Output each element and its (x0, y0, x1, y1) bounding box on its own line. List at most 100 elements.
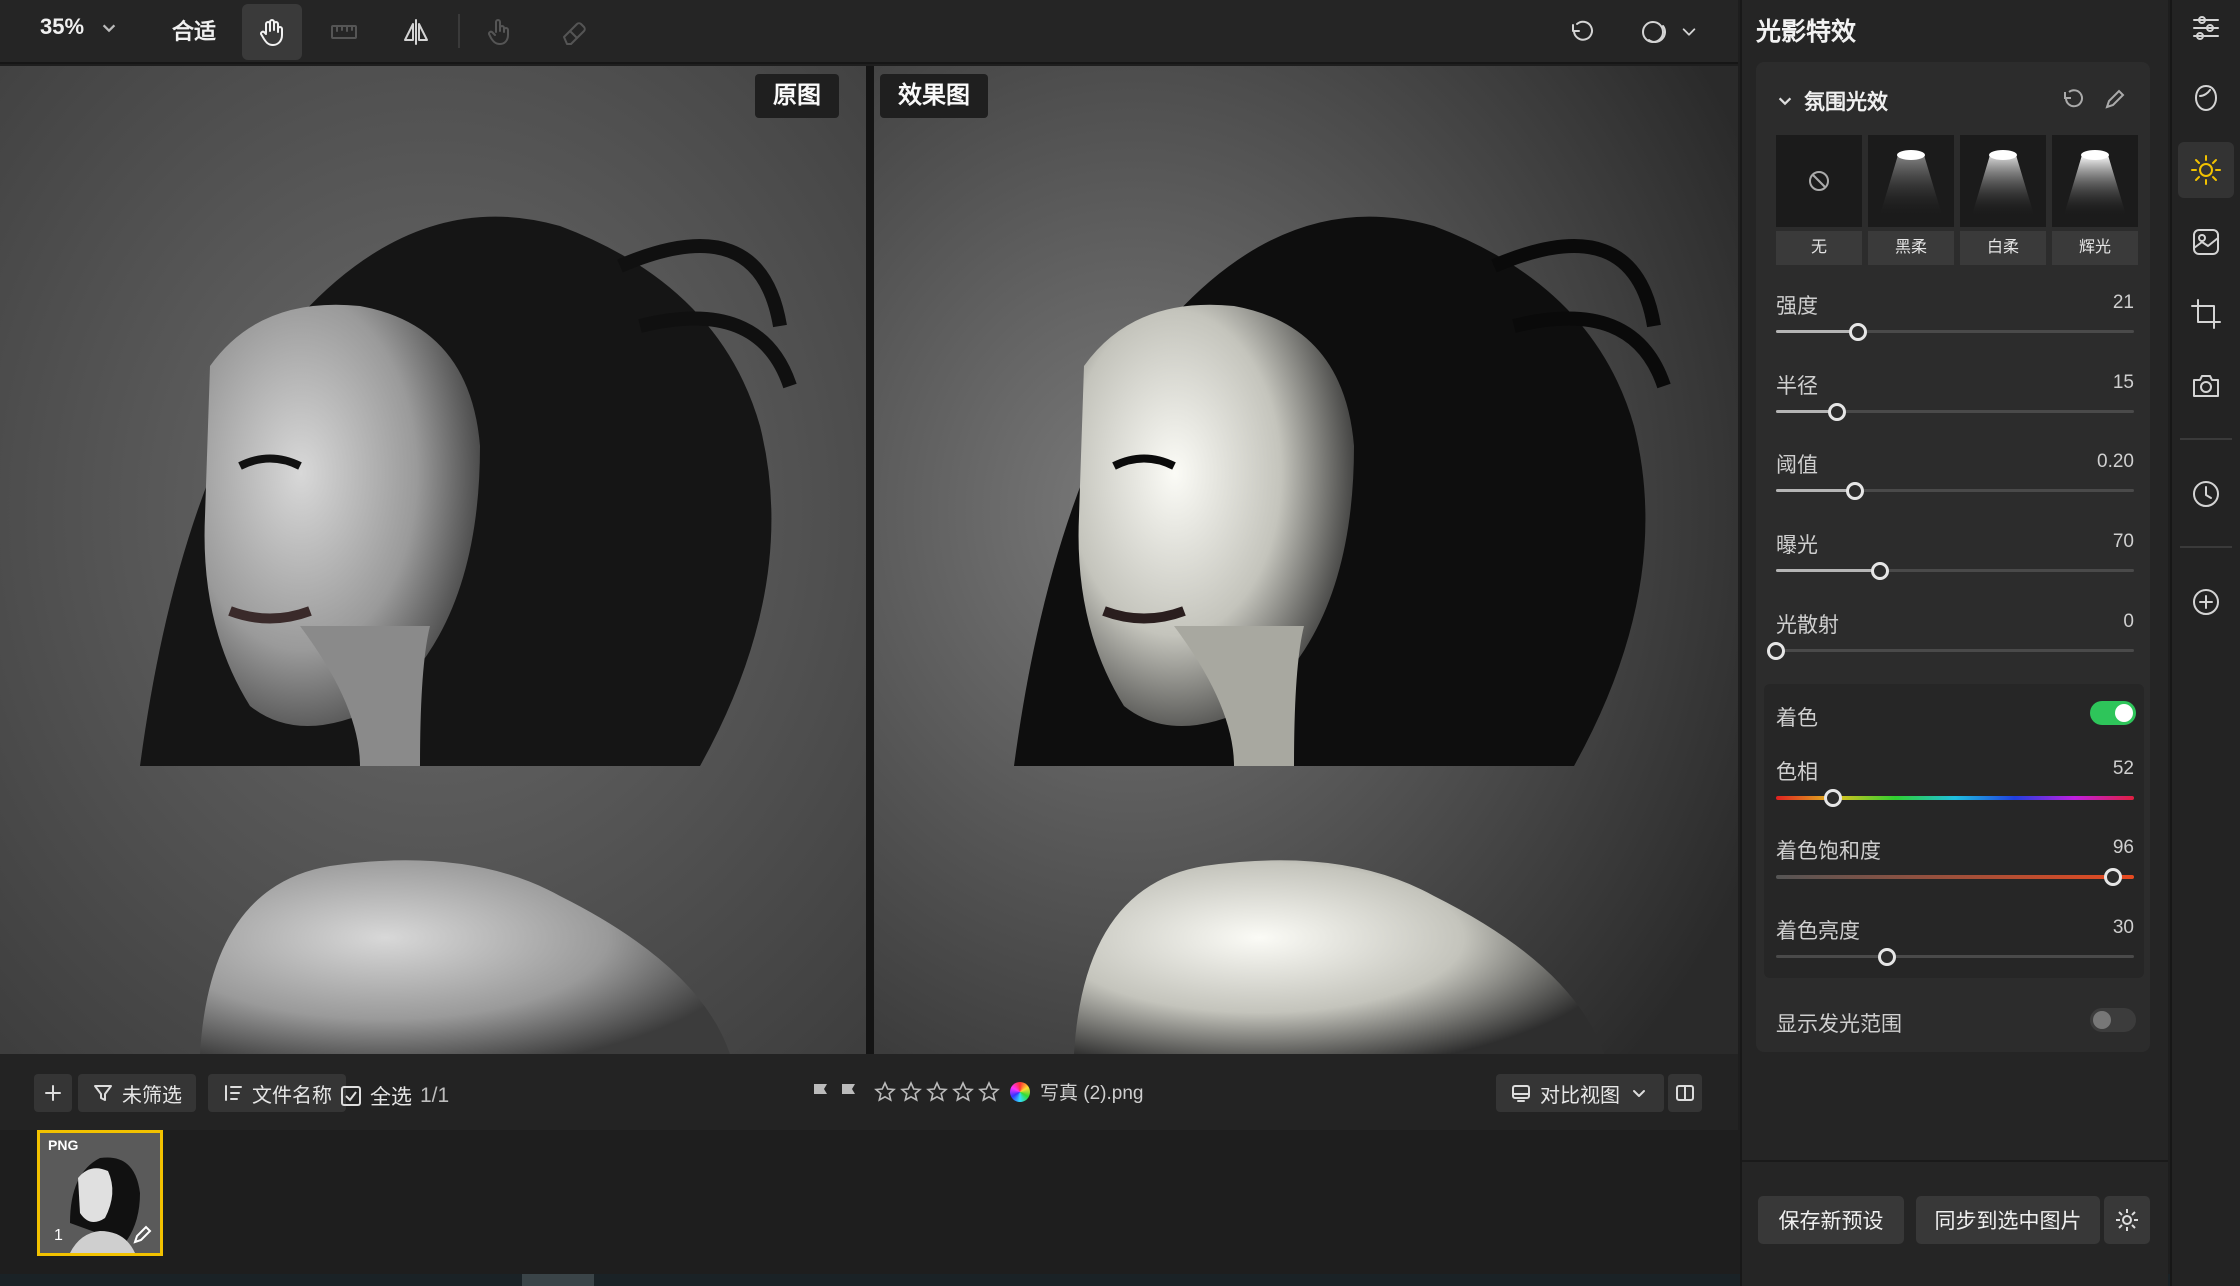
original-photo (0, 66, 866, 1054)
eraser-icon (563, 22, 586, 45)
colorize-label: 着色 (1776, 707, 1818, 730)
view-mode-dropdown[interactable]: 对比视图 (1496, 1074, 1664, 1112)
slider-track[interactable] (1776, 482, 2134, 500)
crop-icon (2191, 299, 2221, 329)
rail-camera-button[interactable] (2178, 358, 2234, 414)
slider-label: 曝光 (1776, 534, 1818, 557)
chevron-down-icon (102, 24, 116, 33)
rail-adjust-button[interactable] (2178, 0, 2234, 56)
scrollbar-thumb[interactable] (522, 1274, 594, 1286)
rail-history-button[interactable] (2178, 466, 2234, 522)
add-button[interactable] (34, 1074, 72, 1112)
slider-handle[interactable] (1845, 482, 1864, 500)
section-header[interactable]: 氛围光效 (1776, 86, 1888, 116)
effect-photo (874, 66, 1738, 1054)
flip-tool-button[interactable] (386, 4, 446, 60)
slider-value: 70 (2112, 531, 2134, 552)
hand-tool-button[interactable] (242, 4, 302, 60)
fit-button[interactable]: 合适 (172, 14, 216, 46)
clock-icon (2193, 481, 2219, 507)
split-divider[interactable] (866, 66, 874, 1054)
rail-divider (2180, 438, 2232, 440)
section-edit-icon[interactable] (2102, 86, 2128, 112)
rail-portrait-button[interactable] (2178, 70, 2234, 126)
rail-light-effects-button[interactable] (2178, 142, 2234, 198)
sync-to-selected-button[interactable]: 同步到选中图片 (1916, 1196, 2100, 1244)
slider-label: 着色亮度 (1776, 920, 1860, 943)
color-label-icon[interactable] (1010, 1081, 1030, 1102)
star-icon[interactable] (900, 1080, 922, 1103)
toggle-knob (2115, 704, 2133, 722)
monitor-icon (1512, 1085, 1530, 1102)
camera-icon (2193, 375, 2219, 397)
filter-icon (94, 1085, 112, 1101)
star-icon[interactable] (926, 1080, 948, 1103)
slider-track[interactable] (1776, 948, 2134, 966)
rail-filter-button[interactable] (2178, 214, 2234, 270)
reset-icon (1572, 20, 1593, 41)
thumbnail-format: PNG (48, 1137, 79, 1153)
slider-value: 0.20 (2097, 451, 2134, 472)
rail-crop-button[interactable] (2178, 286, 2234, 342)
slider-label: 色相 (1776, 761, 1818, 784)
ruler-tool-button[interactable] (314, 4, 374, 60)
preset-tile[interactable]: 白柔 (1960, 135, 2046, 265)
toggle-knob (2093, 1011, 2111, 1029)
slider-label: 光散射 (1776, 614, 1839, 637)
image-filter-icon (2193, 229, 2219, 255)
rating-bar: 写真 (2).png (810, 1078, 1143, 1105)
show-glow-range-label: 显示发光范围 (1776, 1013, 1902, 1036)
slider-track[interactable] (1776, 403, 2134, 421)
filmstrip (0, 1130, 1738, 1272)
slider-track[interactable] (1767, 642, 2134, 660)
preset-tile[interactable]: 辉光 (2052, 135, 2138, 265)
flag-pick-icon[interactable] (810, 1081, 832, 1103)
face-icon (2195, 85, 2217, 111)
slider-track[interactable] (1776, 868, 2134, 886)
slider-handle[interactable] (1827, 403, 1846, 421)
slider-handle[interactable] (1877, 948, 1896, 966)
star-icon[interactable] (978, 1080, 1000, 1103)
show-glow-range-toggle[interactable] (2090, 1008, 2136, 1032)
image-canvas[interactable]: 原图 效果图 (0, 66, 1738, 1054)
pointer-hand-icon (488, 19, 509, 45)
slider-handle[interactable] (2103, 868, 2122, 886)
flag-reject-icon[interactable] (838, 1081, 860, 1103)
sync-settings-button[interactable] (2104, 1196, 2150, 1244)
thumbnail[interactable]: PNG 1 (37, 1130, 163, 1256)
star-icon[interactable] (874, 1080, 896, 1103)
compare-mode-dropdown[interactable] (1624, 4, 1714, 60)
select-all-label: 全选 (370, 1086, 412, 1109)
effect-label: 效果图 (880, 74, 988, 118)
save-preset-button[interactable]: 保存新预设 (1758, 1196, 1904, 1244)
flip-icon (404, 19, 428, 45)
slider-fill (1776, 330, 1859, 333)
zoom-dropdown[interactable]: 35% (40, 14, 118, 40)
rail-add-button[interactable] (2178, 574, 2234, 630)
star-rating[interactable] (874, 1080, 1000, 1103)
preset-tile[interactable]: 无 (1776, 135, 1862, 265)
slider-track[interactable] (1776, 323, 2134, 341)
split-view-icon (1676, 1085, 1694, 1101)
slider-value: 21 (2112, 292, 2134, 313)
eraser-tool-button[interactable] (544, 4, 604, 60)
star-icon[interactable] (952, 1080, 974, 1103)
preset-tile[interactable]: 黑柔 (1868, 135, 1954, 265)
none-icon (1809, 171, 1829, 191)
slider-handle[interactable] (1870, 562, 1889, 580)
split-view-button[interactable] (1668, 1074, 1702, 1112)
gear-icon (2116, 1209, 2138, 1231)
filter-button[interactable]: 未筛选 (78, 1074, 196, 1112)
ruler-icon (331, 25, 357, 39)
colorize-toggle[interactable] (2090, 701, 2136, 725)
section-reset-icon[interactable] (2060, 86, 2086, 112)
reset-button[interactable] (1552, 4, 1612, 60)
touch-tool-button[interactable] (470, 4, 530, 60)
sort-button[interactable]: 文件名称 (208, 1074, 346, 1112)
select-all-checkbox[interactable]: 全选 1/1 (340, 1081, 449, 1111)
rail-divider (2180, 546, 2232, 548)
slider-track[interactable] (1776, 562, 2134, 580)
slider-handle[interactable] (1767, 642, 1785, 660)
slider-track[interactable] (1776, 789, 2134, 807)
preset-label: 辉光 (2052, 231, 2138, 265)
